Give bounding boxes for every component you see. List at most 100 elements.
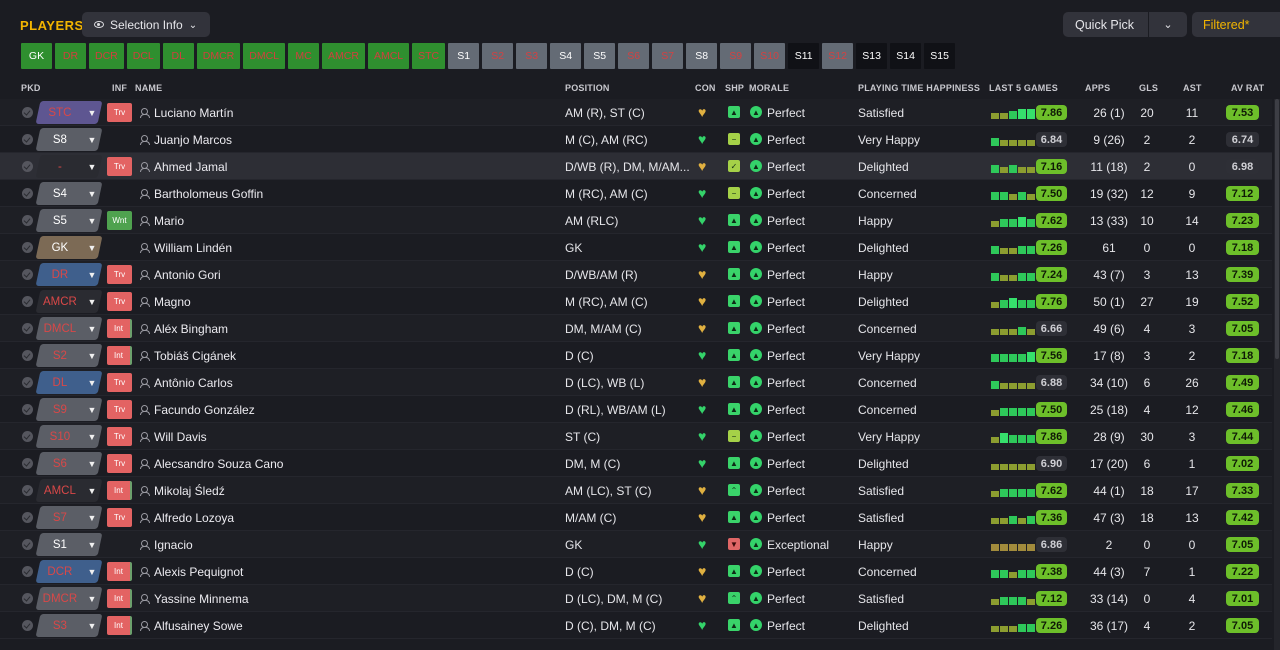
col-pkd[interactable]: PKD xyxy=(21,83,41,93)
pick-checkbox[interactable] xyxy=(22,107,33,118)
player-name[interactable]: Antônio Carlos xyxy=(154,376,233,390)
pick-checkbox[interactable] xyxy=(22,566,33,577)
pick-checkbox[interactable] xyxy=(22,242,33,253)
position-chip[interactable]: DCL xyxy=(126,43,160,69)
position-chip[interactable]: AMCR xyxy=(322,43,365,69)
player-name[interactable]: William Lindén xyxy=(154,241,232,255)
pick-checkbox[interactable] xyxy=(22,161,33,172)
player-name[interactable]: Yassine Minnema xyxy=(154,592,249,606)
table-row[interactable]: S7 ▼ Trv Alfredo Lozoya M/AM (C) ♥ ▲ ▲ Perfect Sa… xyxy=(0,504,1272,531)
position-chip[interactable]: S5 xyxy=(584,43,616,69)
position-select[interactable]: DMCR ▼ xyxy=(35,587,103,610)
position-chip[interactable]: S3 xyxy=(516,43,548,69)
player-name[interactable]: Alecsandro Souza Cano xyxy=(154,457,283,471)
position-select[interactable]: S7 ▼ xyxy=(35,506,103,529)
pick-checkbox[interactable] xyxy=(22,215,33,226)
chevron-down-icon[interactable]: ⌄ xyxy=(1149,18,1187,31)
position-chip[interactable]: AMCL xyxy=(367,43,410,69)
table-row[interactable]: DMCL ▼ Int Aléx Bingham DM, M/AM (C) ♥ ▲ ▲ Perfe… xyxy=(0,315,1272,342)
player-name[interactable]: Mario xyxy=(154,214,184,228)
position-select[interactable]: S6 ▼ xyxy=(35,452,103,475)
table-row[interactable]: S4 ▼ Bartholomeus Goffin M (RC), AM (C) ♥ − ▲ P… xyxy=(0,180,1272,207)
player-name[interactable]: Will Davis xyxy=(154,430,207,444)
position-chip[interactable]: DMCR xyxy=(196,43,241,69)
col-inf[interactable]: INF xyxy=(112,83,127,93)
position-select[interactable]: AMCL ▼ xyxy=(35,479,103,502)
col-name[interactable]: NAME xyxy=(135,83,162,93)
pick-checkbox[interactable] xyxy=(22,404,33,415)
pick-checkbox[interactable] xyxy=(22,350,33,361)
player-name[interactable]: Facundo González xyxy=(154,403,255,417)
position-chip[interactable]: STC xyxy=(412,43,446,69)
table-row[interactable]: AMCR ▼ Trv Magno M (RC), AM (C) ♥ ▲ ▲ Perfect Del… xyxy=(0,288,1272,315)
player-name[interactable]: Aléx Bingham xyxy=(154,322,228,336)
position-select[interactable]: DR ▼ xyxy=(35,263,103,286)
table-row[interactable]: S2 ▼ Int Tobiáš Cigánek D (C) ♥ ▲ ▲ Perfect Very … xyxy=(0,342,1272,369)
position-select[interactable]: DMCL ▼ xyxy=(35,317,103,340)
table-row[interactable]: DR ▼ Trv Antonio Gori D/WB/AM (R) ♥ ▲ ▲ Perfect H… xyxy=(0,261,1272,288)
col-morale[interactable]: MORALE xyxy=(749,83,789,93)
table-row[interactable]: S10 ▼ Trv Will Davis ST (C) ♥ − ▲ Perfect Very Ha… xyxy=(0,423,1272,450)
pick-checkbox[interactable] xyxy=(22,512,33,523)
col-av-rat[interactable]: AV RAT xyxy=(1231,83,1264,93)
table-row[interactable]: S8 ▼ Juanjo Marcos M (C), AM (RC) ♥ − ▲ Perfect… xyxy=(0,126,1272,153)
position-chip[interactable]: S13 xyxy=(856,43,888,69)
position-chip[interactable]: S1 xyxy=(448,43,480,69)
position-chip[interactable]: S6 xyxy=(618,43,650,69)
table-row[interactable]: DL ▼ Trv Antônio Carlos D (LC), WB (L) ♥ ▲ ▲ Per… xyxy=(0,369,1272,396)
col-ast[interactable]: AST xyxy=(1183,83,1202,93)
pick-checkbox[interactable] xyxy=(22,269,33,280)
player-name[interactable]: Alfredo Lozoya xyxy=(154,511,234,525)
position-chip[interactable]: S9 xyxy=(720,43,752,69)
col-last5[interactable]: LAST 5 GAMES xyxy=(989,83,1058,93)
table-row[interactable]: - ▼ Trv Ahmed Jamal D/WB (R), DM, M/AM... ♥ ✓ ▲… xyxy=(0,153,1272,180)
player-name[interactable]: Ahmed Jamal xyxy=(154,160,227,174)
position-chip[interactable]: DMCL xyxy=(243,43,286,69)
position-select[interactable]: - ▼ xyxy=(35,155,103,178)
quick-pick-button[interactable]: Quick Pick ⌄ xyxy=(1063,12,1187,37)
col-gls[interactable]: GLS xyxy=(1139,83,1158,93)
position-chip[interactable]: S15 xyxy=(924,43,956,69)
position-chip[interactable]: S14 xyxy=(890,43,922,69)
pick-checkbox[interactable] xyxy=(22,431,33,442)
pick-checkbox[interactable] xyxy=(22,593,33,604)
position-select[interactable]: GK ▼ xyxy=(35,236,103,259)
position-chip[interactable]: GK xyxy=(21,43,52,69)
position-chip[interactable]: S2 xyxy=(482,43,514,69)
position-chip[interactable]: DCR xyxy=(89,43,124,69)
player-name[interactable]: Luciano Martín xyxy=(154,106,233,120)
pick-checkbox[interactable] xyxy=(22,377,33,388)
col-playing-time[interactable]: PLAYING TIME HAPPINESS xyxy=(858,83,980,93)
player-name[interactable]: Tobiáš Cigánek xyxy=(154,349,236,363)
pick-checkbox[interactable] xyxy=(22,539,33,550)
position-select[interactable]: S8 ▼ xyxy=(35,128,103,151)
position-chip[interactable]: S7 xyxy=(652,43,684,69)
scrollbar[interactable] xyxy=(1274,99,1280,650)
position-chip[interactable]: DL xyxy=(162,43,194,69)
position-select[interactable]: S2 ▼ xyxy=(35,344,103,367)
table-row[interactable]: S9 ▼ Trv Facundo González D (RL), WB/AM (L) ♥… xyxy=(0,396,1272,423)
position-select[interactable]: S1 ▼ xyxy=(35,533,103,556)
table-row[interactable]: DCR ▼ Int Alexis Pequignot D (C) ♥ ▲ ▲ Perfect Co… xyxy=(0,558,1272,585)
pick-checkbox[interactable] xyxy=(22,296,33,307)
table-row[interactable]: S6 ▼ Trv Alecsandro Souza Cano DM, M (C) ♥ ▲ ▲ P… xyxy=(0,450,1272,477)
position-select[interactable]: S4 ▼ xyxy=(35,182,103,205)
col-apps[interactable]: APPS xyxy=(1085,83,1110,93)
position-select[interactable]: S10 ▼ xyxy=(35,425,103,448)
pick-checkbox[interactable] xyxy=(22,620,33,631)
position-chip[interactable]: S11 xyxy=(788,43,820,69)
table-row[interactable]: AMCL ▼ Int Mikolaj Śledź AM (LC), ST (C) ♥ ⌃ ▲ P… xyxy=(0,477,1272,504)
position-chip[interactable]: MC xyxy=(288,43,320,69)
position-select[interactable]: AMCR ▼ xyxy=(35,290,103,313)
position-chip[interactable]: S12 xyxy=(822,43,854,69)
position-select[interactable]: S5 ▼ xyxy=(35,209,103,232)
selection-info-button[interactable]: Selection Info ⌄ xyxy=(82,12,210,37)
player-name[interactable]: Mikolaj Śledź xyxy=(154,484,225,498)
table-row[interactable]: S5 ▼ Wnt Mario AM (RLC) ♥ ▲ ▲ Perfect Happy 7.62 13… xyxy=(0,207,1272,234)
position-chip[interactable]: S10 xyxy=(754,43,786,69)
position-select[interactable]: DL ▼ xyxy=(35,371,103,394)
col-position[interactable]: POSITION xyxy=(565,83,610,93)
player-name[interactable]: Antonio Gori xyxy=(154,268,221,282)
player-name[interactable]: Ignacio xyxy=(154,538,193,552)
player-name[interactable]: Alexis Pequignot xyxy=(154,565,243,579)
